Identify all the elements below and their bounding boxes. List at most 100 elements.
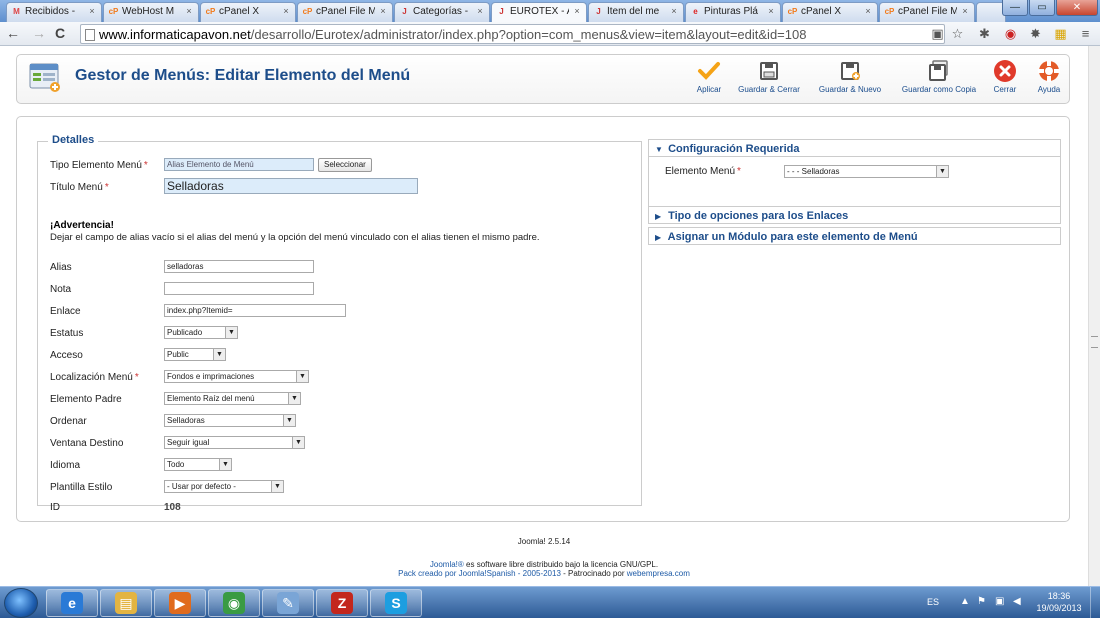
save-close-button[interactable]: Guardar & Cerrar (733, 59, 805, 99)
window-close-button[interactable]: ✕ (1056, 0, 1098, 16)
target-select[interactable]: Seguir igual ▼ (164, 436, 305, 449)
tab-close-icon[interactable]: × (378, 6, 388, 16)
browser-tab[interactable]: M Recibidos - × (6, 2, 102, 22)
url-field[interactable]: www.informaticapavon.net/desarrollo/Euro… (80, 24, 945, 44)
parent-select[interactable]: Elemento Raíz del menú ▼ (164, 392, 301, 405)
scrollbar-grip[interactable] (1091, 336, 1098, 348)
tab-close-icon[interactable]: × (766, 6, 776, 16)
dropdown-arrow-icon: ▼ (936, 166, 948, 177)
target-label: Ventana Destino (50, 438, 124, 449)
browser-tab[interactable]: cP cPanel File M × (297, 2, 393, 22)
tab-close-icon[interactable]: × (184, 6, 194, 16)
type-input[interactable]: Alias Elemento de Menú (164, 158, 314, 171)
joomla-icon: J (402, 7, 407, 16)
browser-tab[interactable]: cP cPanel X × (782, 2, 878, 22)
close-button[interactable]: Cerrar (989, 59, 1021, 99)
taskbar-app-button[interactable]: Z (316, 589, 368, 617)
warning-title: ¡Advertencia! (50, 220, 114, 231)
select-type-button[interactable]: Seleccionar (318, 158, 372, 172)
status-select[interactable]: Publicado ▼ (164, 326, 238, 339)
taskbar-app-button[interactable]: ✎ (262, 589, 314, 617)
minimize-button[interactable]: — (1002, 0, 1028, 16)
taskbar-app-button[interactable]: ▤ (100, 589, 152, 617)
extension-puzzle-icon[interactable]: ✸ (1028, 26, 1043, 41)
ordering-select[interactable]: Selladoras ▼ (164, 414, 296, 427)
webempresa-link[interactable]: webempresa.com (627, 569, 690, 578)
reload-button[interactable]: C (55, 26, 65, 40)
access-select[interactable]: Public ▼ (164, 348, 226, 361)
field-alias: Alias selladoras (50, 260, 640, 278)
link-input[interactable]: index.php?Itemid= (164, 304, 346, 317)
browser-tab[interactable]: J Categorías - × (394, 2, 490, 22)
browser-tab[interactable]: J EUROTEX - A × (491, 2, 587, 22)
url-host: www.informaticapavon.net (99, 27, 251, 42)
menu-manager-icon (29, 63, 60, 92)
menu-location-select[interactable]: Fondos e imprimaciones ▼ (164, 370, 309, 383)
tab-close-icon[interactable]: × (87, 6, 97, 16)
help-button[interactable]: Ayuda (1033, 59, 1065, 99)
dropdown-arrow-icon: ▼ (219, 459, 231, 470)
menu-item-select[interactable]: - - - Selladoras ▼ (784, 165, 949, 178)
cpanel-icon: cP (302, 7, 313, 16)
browser-tab[interactable]: J Ítem del me × (588, 2, 684, 22)
extension-note-icon[interactable]: ▦ (1053, 26, 1068, 41)
section-module-assignment[interactable]: ▶ Asignar un Módulo para este elemento d… (648, 227, 1061, 245)
alias-input[interactable]: selladoras (164, 260, 314, 273)
title-input[interactable]: Selladoras (164, 178, 418, 194)
paint-icon: ✎ (277, 592, 299, 614)
tab-close-icon[interactable]: × (863, 6, 873, 16)
browser-tab[interactable]: cP cPanel X × (200, 2, 296, 22)
page-scrollbar[interactable] (1088, 46, 1100, 586)
tab-label: cPanel X (219, 6, 260, 17)
dropdown-arrow-icon: ▼ (296, 371, 308, 382)
link-options-label: Tipo de opciones para los Enlaces (668, 210, 849, 222)
template-select[interactable]: - Usar por defecto - ▼ (164, 480, 284, 493)
action-center-flag-icon[interactable]: ⚑ (977, 596, 986, 607)
apply-button[interactable]: Aplicar (693, 59, 725, 99)
note-input[interactable] (164, 282, 314, 295)
status-value: Publicado (167, 328, 203, 337)
edit-form-area: Detalles Tipo Elemento Menú * Alias Eleme… (16, 116, 1070, 522)
browser-tab[interactable]: cP WebHost M × (103, 2, 199, 22)
extension-stop-icon[interactable]: ◉ (1003, 26, 1018, 41)
joomla-icon: J (499, 7, 504, 16)
tab-close-icon[interactable]: × (281, 6, 291, 16)
clock[interactable]: 18:36 19/09/2013 (1035, 590, 1083, 614)
save-copy-button[interactable]: Guardar como Copia (896, 59, 982, 99)
browser-tab[interactable]: cP cPanel File M × (879, 2, 975, 22)
joomla-link[interactable]: Joomla!® (430, 560, 464, 569)
show-desktop-button[interactable] (1090, 587, 1100, 618)
spanish-pack-link[interactable]: Pack creado por Joomla!Spanish - 2005-20… (398, 569, 561, 578)
target-value: Seguir igual (167, 438, 210, 447)
language-select[interactable]: Todo ▼ (164, 458, 232, 471)
taskbar-app-button[interactable]: ▶ (154, 589, 206, 617)
bookmark-star-icon[interactable]: ☆ (950, 26, 965, 41)
chrome-menu-icon[interactable]: ≡ (1078, 26, 1093, 41)
tab-close-icon[interactable]: × (475, 6, 485, 16)
page-action-icon[interactable]: ▣ (930, 26, 945, 41)
taskbar-app-button[interactable]: e (46, 589, 98, 617)
tab-close-icon[interactable]: × (960, 6, 970, 16)
section-link-options[interactable]: ▶ Tipo de opciones para los Enlaces (648, 206, 1061, 224)
volume-icon[interactable]: ◀ (1013, 596, 1021, 607)
tray-expand-icon[interactable]: ▲ (960, 596, 970, 607)
dropdown-arrow-icon: ▼ (288, 393, 300, 404)
tab-close-icon[interactable]: × (669, 6, 679, 16)
admin-toolbar: Gestor de Menús: Editar Elemento del Men… (16, 54, 1070, 104)
settings-wrench-icon[interactable]: ✱ (977, 26, 992, 41)
dropdown-arrow-icon: ▼ (225, 327, 237, 338)
language-indicator[interactable]: ES (927, 597, 939, 607)
clock-time: 18:36 (1047, 591, 1071, 601)
forward-button[interactable]: → (32, 26, 46, 40)
taskbar-app-button[interactable]: ◉ (208, 589, 260, 617)
network-icon[interactable]: ▣ (995, 596, 1004, 607)
clock-date: 19/09/2013 (1036, 603, 1082, 613)
taskbar-app-button[interactable]: S (370, 589, 422, 617)
back-button[interactable]: ← (6, 26, 20, 40)
section-required-config[interactable]: ▼ Configuración Requerida (648, 139, 1061, 157)
maximize-button[interactable]: ▭ (1029, 0, 1055, 16)
browser-tab[interactable]: e Pinturas Plá × (685, 2, 781, 22)
save-new-button[interactable]: Guardar & Nuevo (814, 59, 886, 99)
start-button[interactable] (4, 588, 38, 618)
tab-close-icon[interactable]: × (572, 6, 582, 16)
